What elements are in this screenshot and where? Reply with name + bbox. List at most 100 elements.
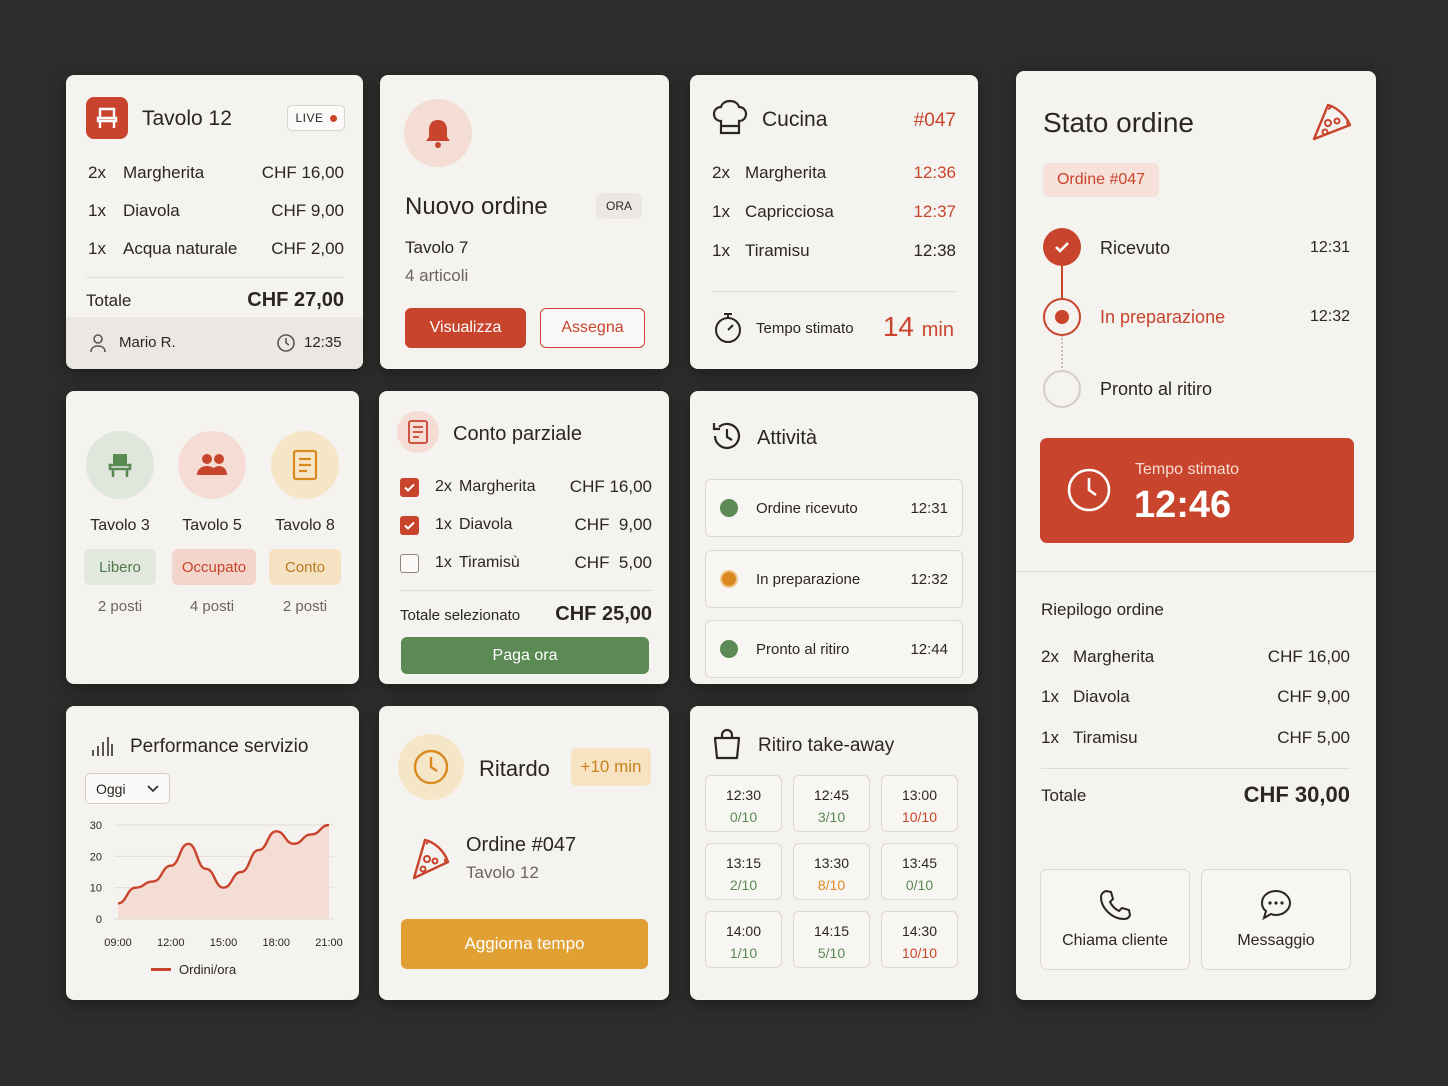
y-tick-label: 20: [90, 851, 102, 863]
time-badge: ORA: [596, 193, 642, 219]
status-dot-icon: [720, 499, 738, 517]
shopping-bag-icon: [712, 728, 742, 760]
bell-icon: [404, 99, 472, 167]
order-item: 2x Margherita CHF 16,00: [88, 163, 344, 182]
checkbox-checked-icon[interactable]: [400, 515, 419, 535]
period-select[interactable]: Oggi: [85, 773, 170, 804]
delay-order: Ordine #047: [466, 834, 577, 856]
slot-capacity: 8/10: [817, 877, 846, 893]
kitchen-title: Cucina: [762, 108, 828, 131]
chef-hat-icon: [711, 99, 749, 137]
selected-total-value: CHF 25,00: [555, 603, 652, 625]
legend-label: Ordini/ora: [179, 962, 237, 977]
live-badge: LIVE: [287, 105, 345, 131]
slot-time: 14:30: [901, 923, 938, 939]
order-item: 1x Diavola CHF 9,00: [88, 201, 344, 220]
x-tick-label: 12:00: [157, 937, 185, 949]
message-label: Messaggio: [1237, 932, 1315, 949]
timeline-line: [1061, 263, 1063, 301]
pickup-slot[interactable]: 12:30 0/10: [705, 775, 782, 832]
summary-item: 1x Tiramisu CHF 5,00: [1041, 728, 1350, 747]
checkbox-checked-icon[interactable]: [400, 477, 419, 497]
divider: [86, 277, 344, 278]
summary-item: 2x Margherita CHF 16,00: [1041, 647, 1350, 666]
bill-item[interactable]: 1x Diavola CHF 9,00: [400, 515, 652, 535]
table-status: Conto: [269, 549, 341, 585]
step-label: In preparazione: [1100, 307, 1226, 327]
receipt-icon: [397, 411, 439, 453]
slot-time: 14:00: [725, 923, 762, 939]
table-name: Tavolo 3: [90, 517, 150, 534]
slot-time: 14:15: [813, 923, 850, 939]
update-time-button[interactable]: Aggiorna tempo: [401, 919, 648, 969]
divider: [1041, 768, 1350, 769]
checkbox-unchecked-icon[interactable]: [400, 553, 419, 573]
estimate-time: 12:46: [1134, 484, 1232, 526]
order-badge: Ordine #047: [1043, 163, 1159, 197]
slot-capacity: 10/10: [901, 809, 938, 825]
table-tile[interactable]: Tavolo 5 Occupato 4 posti: [172, 431, 256, 615]
pickup-slot[interactable]: 12:45 3/10: [793, 775, 870, 832]
order-status-card: Stato ordine Ordine #047 Ricevuto 12:31 …: [1016, 71, 1376, 1000]
clock-icon: [1065, 466, 1113, 514]
x-tick-label: 09:00: [104, 937, 132, 949]
pickup-slot[interactable]: 13:00 10/10: [881, 775, 958, 832]
estimate-label: Tempo stimato: [756, 320, 854, 337]
kitchen-order-number: #047: [913, 110, 956, 131]
activity-row[interactable]: Pronto al ritiro 12:44: [705, 620, 963, 678]
call-customer-label: Chiama cliente: [1062, 932, 1168, 949]
assign-button[interactable]: Assegna: [540, 308, 645, 348]
performance-card: Performance servizio Oggi 0 10 20 30 09:00 12…: [66, 706, 359, 1000]
y-tick-label: 10: [90, 883, 102, 895]
table-seats: 2 posti: [282, 598, 328, 615]
pay-now-button[interactable]: Paga ora: [401, 637, 649, 674]
partial-bill-card: Conto parziale 2x Margherita CHF 16,00 1x D…: [379, 391, 669, 684]
history-icon: [710, 419, 744, 453]
activity-title: Attività: [757, 427, 818, 449]
pickup-slot[interactable]: 13:30 8/10: [793, 843, 870, 900]
table-name: Tavolo 8: [275, 517, 335, 534]
total-value: CHF 27,00: [247, 289, 344, 311]
orders-chart: 0 10 20 30 09:00 12:00 15:00 18:00 21:00: [90, 820, 343, 949]
tables-card: Tavolo 3 Libero 2 posti Tavolo 5 Occupat…: [66, 391, 359, 684]
chair-icon: [86, 431, 154, 499]
pizza-icon: [1310, 101, 1354, 145]
x-tick-label: 15:00: [210, 937, 238, 949]
message-button[interactable]: Messaggio: [1201, 869, 1351, 970]
card-footer: Mario R. 12:35: [66, 317, 363, 369]
pickup-slot[interactable]: 14:00 1/10: [705, 911, 782, 968]
pickup-slot[interactable]: 13:15 2/10: [705, 843, 782, 900]
bill-item[interactable]: 1x Tiramisù CHF 5,00: [400, 553, 652, 573]
legend-swatch: [151, 968, 171, 971]
delay-badge: +10 min: [571, 748, 651, 786]
view-button[interactable]: Visualizza: [405, 308, 526, 348]
waiter-name: Mario R.: [119, 334, 176, 351]
delay-table: Tavolo 12: [466, 863, 539, 882]
table-tile[interactable]: Tavolo 8 Conto 2 posti: [265, 431, 345, 615]
status-title: Stato ordine: [1043, 107, 1194, 138]
table-tile[interactable]: Tavolo 3 Libero 2 posti: [80, 431, 160, 615]
slot-time: 13:30: [813, 855, 850, 871]
status-dot-icon: [720, 570, 738, 588]
takeaway-card: Ritiro take-away 12:30 0/10 12:45 3/10 13:00…: [690, 706, 978, 1000]
call-customer-button[interactable]: Chiama cliente: [1040, 869, 1190, 970]
phone-icon: [1098, 888, 1132, 922]
slot-time: 13:45: [901, 855, 938, 871]
pickup-slot[interactable]: 14:15 5/10: [793, 911, 870, 968]
clock-icon: [398, 734, 464, 800]
slot-capacity: 5/10: [817, 945, 846, 961]
summary-item: 1x Diavola CHF 9,00: [1041, 687, 1350, 706]
table-status: Libero: [84, 549, 156, 585]
pickup-slot[interactable]: 13:45 0/10: [881, 843, 958, 900]
divider: [712, 291, 956, 292]
active-step-icon: [1043, 298, 1081, 336]
table-name: Tavolo 5: [182, 517, 242, 534]
activity-row[interactable]: In preparazione 12:32: [705, 550, 963, 608]
receipt-icon: [271, 431, 339, 499]
live-dot-icon: [329, 114, 337, 122]
new-order-card: Nuovo ordine ORA Tavolo 7 4 articoli Vis…: [380, 75, 669, 369]
pickup-slot[interactable]: 14:30 10/10: [881, 911, 958, 968]
bill-item[interactable]: 2x Margherita CHF 16,00: [400, 477, 652, 497]
activity-row[interactable]: Ordine ricevuto 12:31: [705, 479, 963, 537]
y-tick-label: 0: [96, 914, 102, 926]
